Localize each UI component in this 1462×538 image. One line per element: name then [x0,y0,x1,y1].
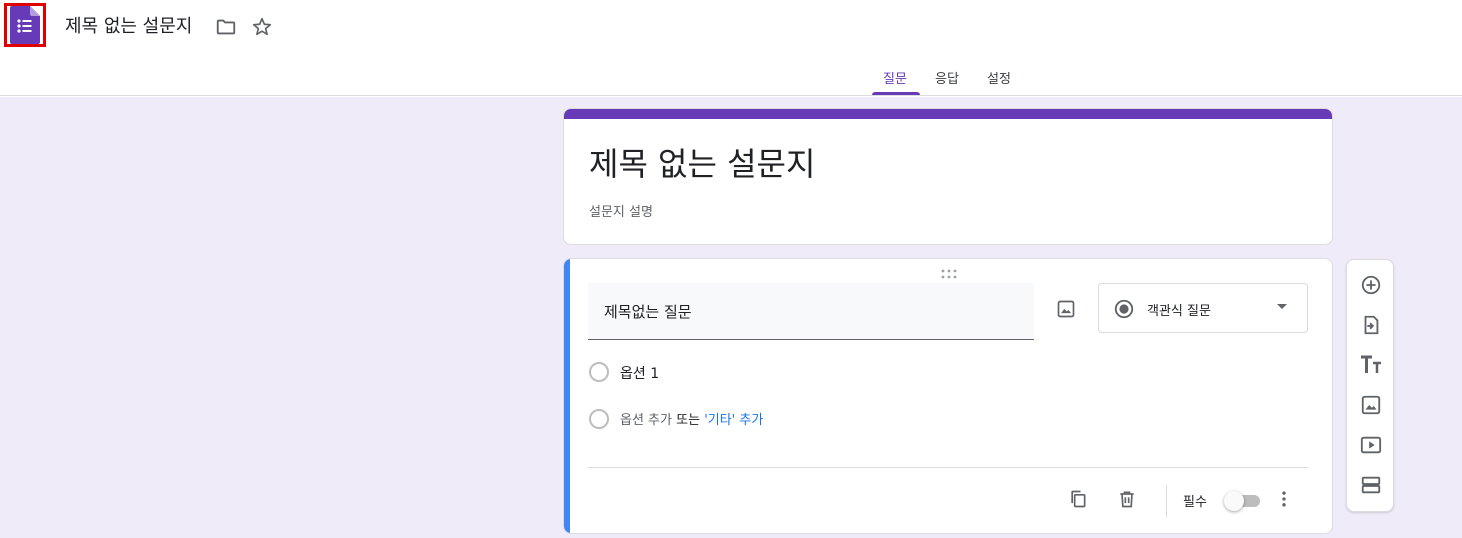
more-vert-icon[interactable] [1272,487,1296,511]
toggle-thumb [1224,491,1244,511]
add-title-text-icon[interactable] [1359,353,1383,377]
radio-button-icon [1113,298,1135,324]
required-label: 필수 [1183,495,1207,510]
folder-icon[interactable] [214,15,238,39]
import-questions-icon[interactable] [1359,313,1383,337]
add-option-button[interactable]: 옵션 추가 [620,413,672,428]
active-question-indicator [564,259,570,533]
tab-responses[interactable]: 응답 [935,58,959,96]
question-title-field[interactable]: 제목없는 질문 [588,283,1034,340]
required-toggle[interactable] [1224,491,1260,511]
add-video-icon[interactable] [1359,433,1383,457]
side-toolbar [1346,259,1394,512]
active-tab-indicator [872,92,920,95]
tab-settings[interactable]: 설정 [987,58,1011,96]
option-1-input[interactable]: 옵션 1 [620,363,659,383]
form-title-input[interactable]: 제목 없는 설문지 [589,139,815,185]
copy-icon[interactable] [1066,487,1090,511]
option-radio [589,362,609,382]
image-icon[interactable] [1052,295,1080,323]
dropdown-caret-icon [1277,304,1287,309]
title-card-accent [564,109,1332,119]
drag-handle-icon[interactable] [940,265,958,279]
star-icon[interactable] [250,15,274,39]
top-bar: 제목 없는 설문지 질문 응답 설정 [0,0,1462,96]
footer-divider [588,467,1308,468]
add-section-icon[interactable] [1359,473,1383,497]
tab-questions[interactable]: 질문 [883,58,907,96]
question-type-label: 객관식 질문 [1147,304,1211,319]
or-text: 또는 [676,413,701,428]
footer-separator [1166,485,1167,517]
document-title[interactable]: 제목 없는 설문지 [65,12,192,38]
add-option-radio [589,409,609,429]
forms-logo-icon[interactable] [4,3,46,47]
question-card[interactable]: 제목없는 질문 객관식 질문 옵션 1 옵션 추가 또는 '기타' 추가 필수 [563,258,1333,534]
add-option-row: 옵션 추가 또는 '기타' 추가 [620,409,763,428]
trash-icon[interactable] [1115,487,1139,511]
question-type-dropdown[interactable]: 객관식 질문 [1098,283,1308,333]
add-other-button[interactable]: '기타' 추가 [704,413,763,428]
add-image-icon[interactable] [1359,393,1383,417]
form-description-input[interactable]: 설문지 설명 [589,201,653,220]
question-title-input[interactable]: 제목없는 질문 [604,301,692,322]
add-question-icon[interactable] [1359,273,1383,297]
form-title-card[interactable]: 제목 없는 설문지 설문지 설명 [563,108,1333,245]
